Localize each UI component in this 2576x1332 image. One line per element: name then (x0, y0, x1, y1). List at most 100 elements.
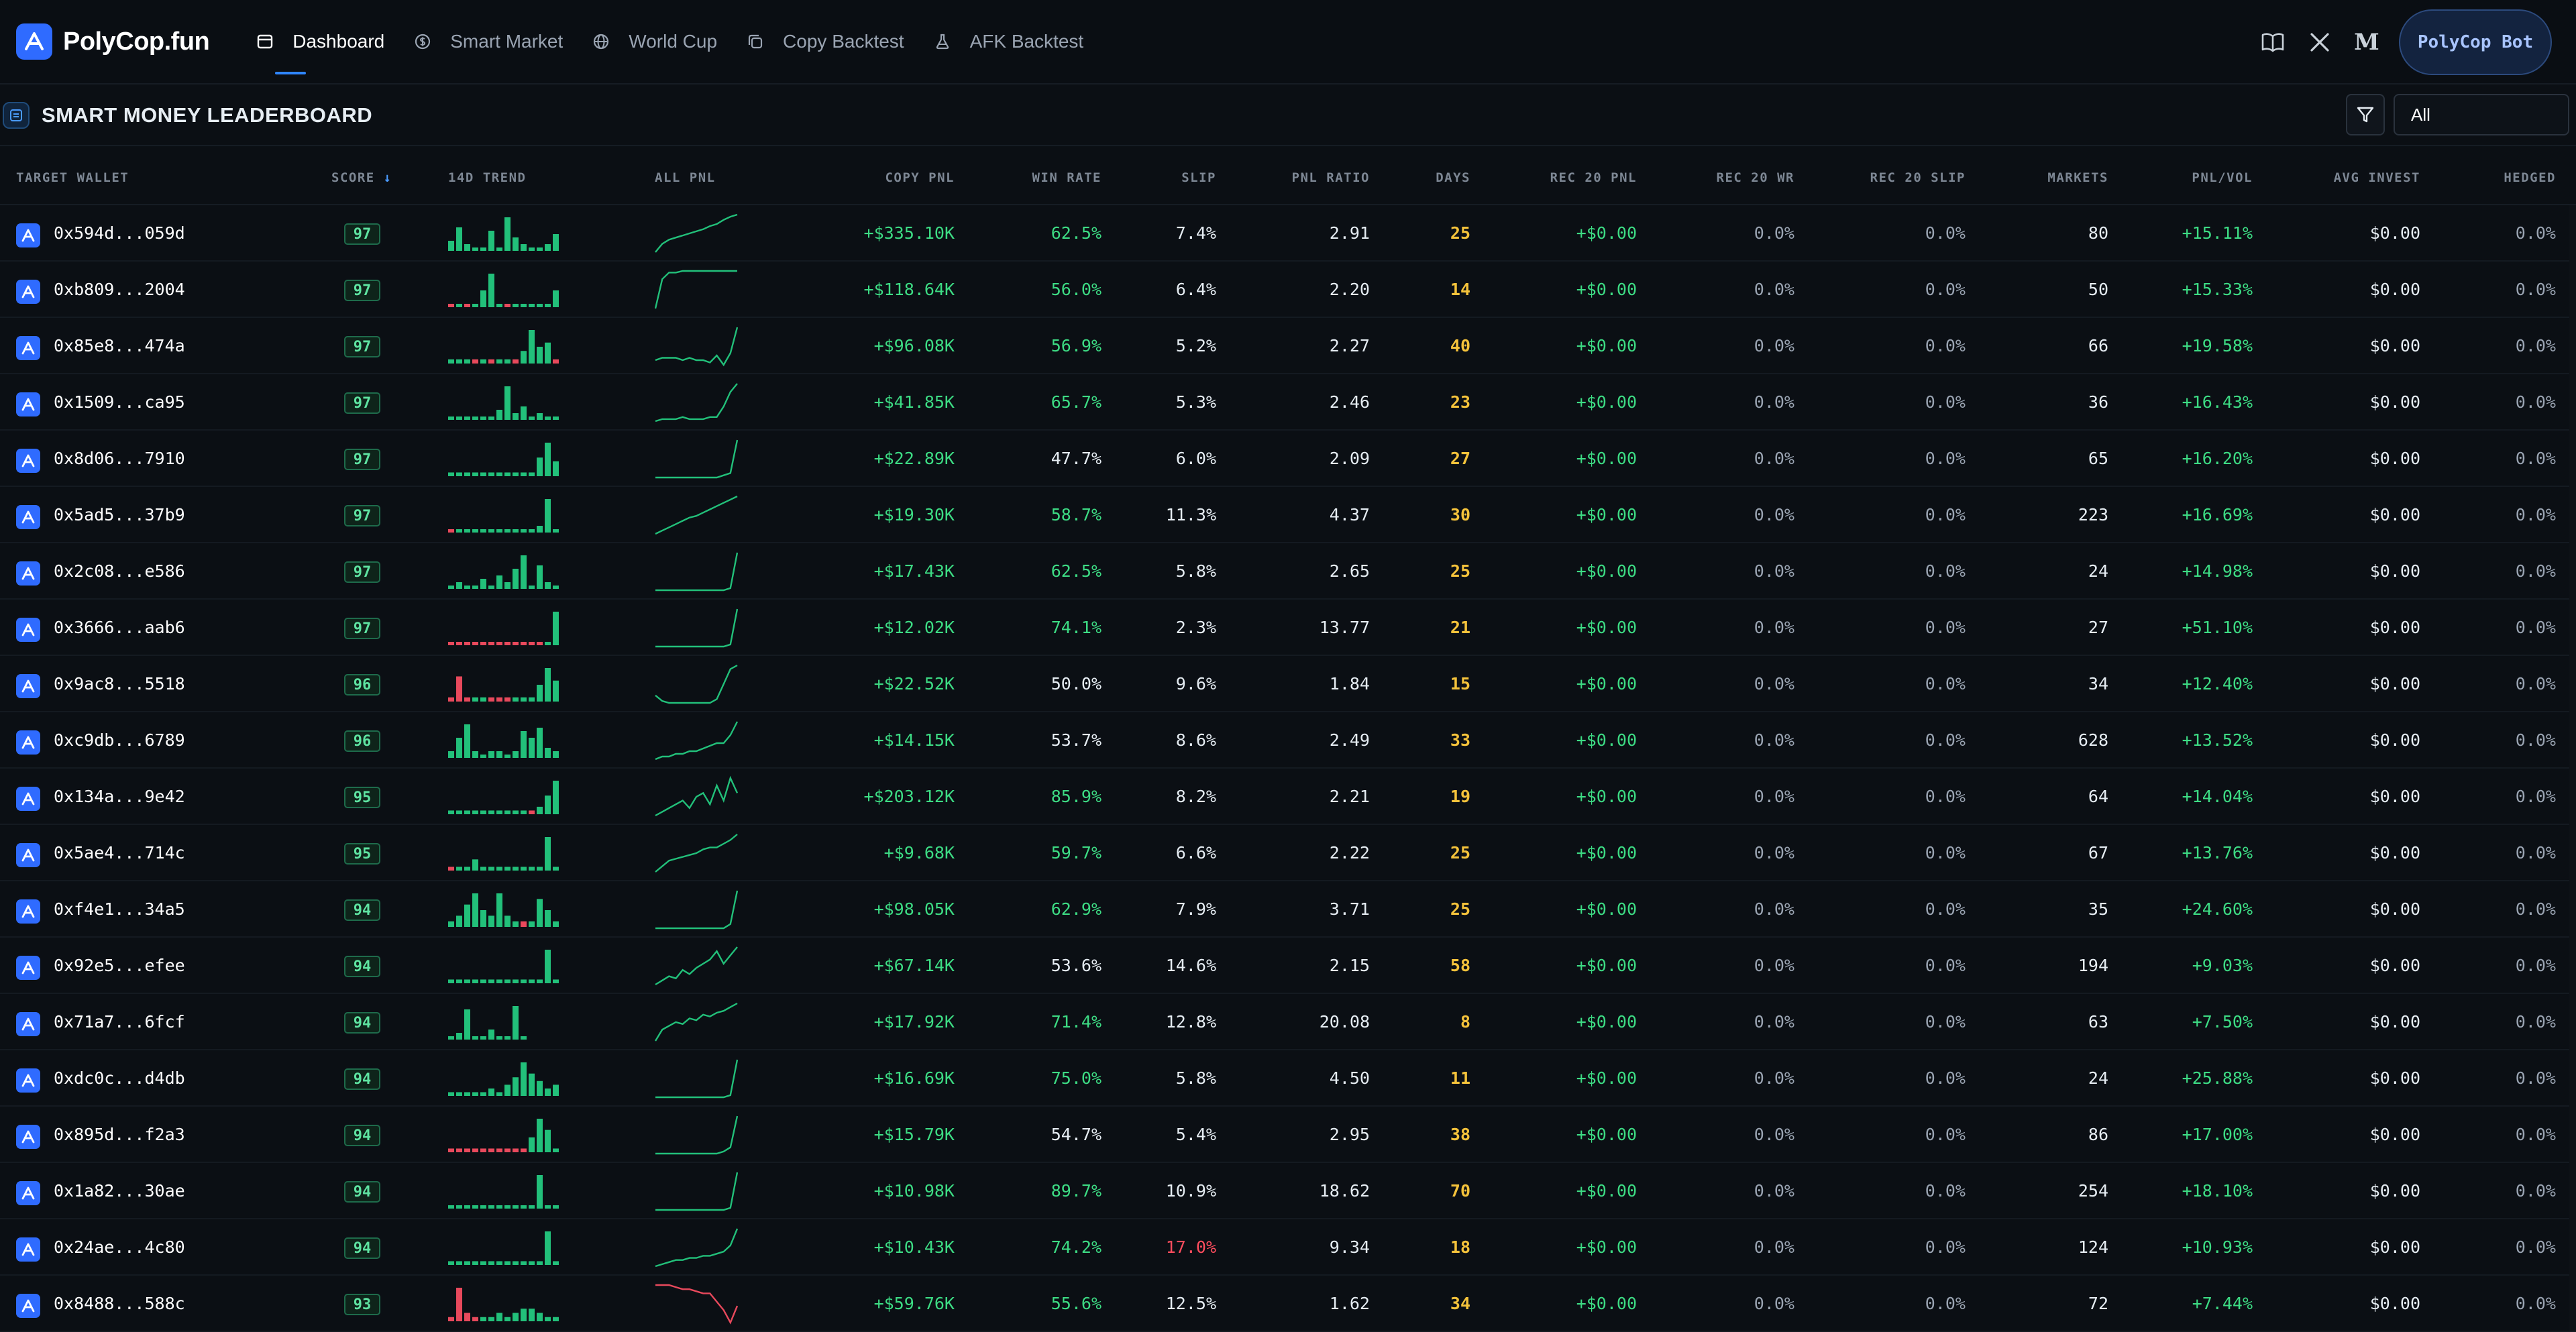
table-row[interactable]: 0xf4e1...34a5 94 +$98.05K 62.9% 7.9% 3.71 25 +$… (0, 881, 2576, 938)
nav-item-smart-market[interactable]: Smart Market (399, 0, 578, 84)
table-row[interactable]: 0xc9db...6789 96 +$14.15K 53.7% 8.6% 2.49 33 +$… (0, 712, 2576, 769)
trend-bar (496, 1036, 502, 1040)
filter-button[interactable] (2346, 94, 2385, 135)
nav-item-world-cup[interactable]: World Cup (578, 0, 732, 84)
table-row[interactable]: 0x92e5...efee 94 +$67.14K 53.6% 14.6% 2.15 58 +… (0, 938, 2576, 994)
table-row[interactable]: 0x1509...ca95 97 +$41.85K 65.7% 5.3% 2.46 23 +$… (0, 374, 2576, 431)
trend-bar (529, 979, 535, 983)
wallet-address[interactable]: 0x85e8...474a (54, 318, 185, 374)
nav-item-copy-backtest[interactable]: Copy Backtest (732, 0, 919, 84)
nav-item-afk-backtest[interactable]: AFK Backtest (919, 0, 1099, 84)
top-navbar: PolyCop.fun Dashboard Smart Market World C… (0, 0, 2576, 85)
wallet-address[interactable]: 0x134a...9e42 (54, 769, 185, 825)
col-pnl-vol[interactable]: PNL/VOL (2192, 170, 2253, 185)
wallet-address[interactable]: 0x5ae4...714c (54, 825, 185, 881)
wallet-address[interactable]: 0xdc0c...d4db (54, 1050, 185, 1107)
wallet-address[interactable]: 0xb809...2004 (54, 262, 185, 318)
trend-bar (529, 417, 535, 420)
x-logo-icon[interactable] (2301, 23, 2339, 61)
col-pnl-ratio[interactable]: PNL RATIO (1292, 170, 1370, 185)
wallet-address[interactable]: 0x895d...f2a3 (54, 1107, 185, 1163)
wallet-address[interactable]: 0x71a7...6fcf (54, 994, 185, 1050)
wallet-address[interactable]: 0x1a82...30ae (54, 1163, 185, 1219)
trend-bar (537, 1261, 543, 1265)
score-badge: 94 (344, 1237, 380, 1259)
trend-bar (448, 979, 454, 983)
wallet-address[interactable]: 0x8d06...7910 (54, 431, 185, 487)
trend-bar (488, 417, 494, 420)
cell-days: 18 (1450, 1237, 1470, 1257)
nav-item-dashboard[interactable]: Dashboard (241, 0, 399, 84)
trend-bar (537, 304, 543, 307)
trend-bar (472, 417, 478, 420)
table-row[interactable]: 0x134a...9e42 95 +$203.12K 85.9% 8.2% 2.21 19 +… (0, 769, 2576, 825)
table-scrollbar[interactable] (2569, 205, 2576, 1331)
dollar-circle-icon (414, 33, 441, 50)
cell-avg-invest: $0.00 (2369, 899, 2420, 919)
trend-bar (480, 359, 486, 364)
col-slip[interactable]: SLIP (1181, 170, 1216, 185)
trend-bar (456, 417, 462, 420)
medium-logo-icon[interactable]: M (2348, 23, 2385, 61)
table-row[interactable]: 0x2c08...e586 97 +$17.43K 62.5% 5.8% 2.65 25 +$… (0, 543, 2576, 600)
table-row[interactable]: 0x895d...f2a3 94 +$15.79K 54.7% 5.4% 2.95 38 +$… (0, 1107, 2576, 1163)
trend-bar (456, 1092, 462, 1096)
pnl-line (655, 327, 738, 367)
table-row[interactable]: 0x8d06...7910 97 +$22.89K 47.7% 6.0% 2.09 27 +$… (0, 431, 2576, 487)
trend-chart (448, 555, 559, 589)
col-all-pnl[interactable]: ALL PNL (655, 170, 716, 185)
book-icon[interactable] (2254, 23, 2292, 61)
col-rec20-wr[interactable]: REC 20 WR (1717, 170, 1794, 185)
col-days[interactable]: DAYS (1436, 170, 1470, 185)
col-copy-pnl[interactable]: COPY PNL (885, 170, 955, 185)
filter-select[interactable]: All (2394, 94, 2569, 135)
col-rec20-pnl[interactable]: REC 20 PNL (1550, 170, 1637, 185)
col-rec20-slip[interactable]: REC 20 SLIP (1870, 170, 1966, 185)
table-row[interactable]: 0xb809...2004 97 +$118.64K 56.0% 6.4% 2.20 14 +… (0, 262, 2576, 318)
col-win-rate[interactable]: WIN RATE (1032, 170, 1102, 185)
wallet-address[interactable]: 0x1509...ca95 (54, 374, 185, 431)
table-row[interactable]: 0x1a82...30ae 94 +$10.98K 89.7% 10.9% 18.62 70… (0, 1163, 2576, 1219)
trend-bar (480, 1317, 486, 1321)
wallet-address[interactable]: 0x92e5...efee (54, 938, 185, 994)
wallet-address[interactable]: 0x5ad5...37b9 (54, 487, 185, 543)
col-markets[interactable]: MARKETS (2047, 170, 2108, 185)
table-row[interactable]: 0x8488...588c 93 +$59.76K 55.6% 12.5% 1.62 34 +… (0, 1276, 2576, 1332)
table-row[interactable]: 0x5ae4...714c 95 +$9.68K 59.7% 6.6% 2.22 25 +$0… (0, 825, 2576, 881)
wallet-address[interactable]: 0x2c08...e586 (54, 543, 185, 600)
cell-avg-invest: $0.00 (2369, 449, 2420, 468)
table-row[interactable]: 0x9ac8...5518 96 +$22.52K 50.0% 9.6% 1.84 15 +$… (0, 656, 2576, 712)
wallet-address[interactable]: 0x3666...aab6 (54, 600, 185, 656)
polycop-bot-button[interactable]: PolyCop Bot (2399, 9, 2552, 75)
col-score[interactable]: SCORE ↓ (331, 170, 392, 185)
nav-label: Smart Market (450, 31, 564, 52)
table-row[interactable]: 0x71a7...6fcf 94 +$17.92K 71.4% 12.8% 20.08 8 +… (0, 994, 2576, 1050)
wallet-avatar-icon (16, 1068, 40, 1093)
table-row[interactable]: 0x3666...aab6 97 +$12.02K 74.1% 2.3% 13.77 21 +… (0, 600, 2576, 656)
trend-bar (537, 642, 543, 645)
wallet-address[interactable]: 0xf4e1...34a5 (54, 881, 185, 938)
brand-logo[interactable]: PolyCop.fun (16, 0, 210, 84)
cell-slip: 8.2% (1175, 787, 1216, 806)
cell-hedged: 0.0% (2515, 505, 2556, 524)
table-row[interactable]: 0x5ad5...37b9 97 +$19.30K 58.7% 11.3% 4.37 30 +… (0, 487, 2576, 543)
wallet-address[interactable]: 0xc9db...6789 (54, 712, 185, 769)
score-badge: 94 (344, 1125, 380, 1146)
trend-bar (545, 417, 551, 420)
wallet-address[interactable]: 0x9ac8...5518 (54, 656, 185, 712)
table-row[interactable]: 0x24ae...4c80 94 +$10.43K 74.2% 17.0% 9.34 18 +… (0, 1219, 2576, 1276)
cell-copy-pnl: +$22.89K (873, 449, 955, 468)
col-avg-invest[interactable]: AVG INVEST (2334, 170, 2420, 185)
wallet-address[interactable]: 0x594d...059d (54, 205, 185, 262)
table-row[interactable]: 0x85e8...474a 97 +$96.08K 56.9% 5.2% 2.27 40 +$… (0, 318, 2576, 374)
cell-rec20-slip: 0.0% (1925, 899, 1966, 919)
wallet-address[interactable]: 0x24ae...4c80 (54, 1219, 185, 1276)
wallet-avatar-icon (16, 280, 40, 304)
table-row[interactable]: 0xdc0c...d4db 94 +$16.69K 75.0% 5.8% 4.50 11 +$… (0, 1050, 2576, 1107)
wallet-address[interactable]: 0x8488...588c (54, 1276, 185, 1332)
col-wallet[interactable]: TARGET WALLET (16, 170, 129, 185)
table-row[interactable]: 0x594d...059d 97 +$335.10K 62.5% 7.4% 2.91 25 +… (0, 205, 2576, 262)
cell-rec20-pnl: +$0.00 (1576, 956, 1637, 975)
col-trend[interactable]: 14D TREND (448, 170, 526, 185)
col-hedged[interactable]: HEDGED (2504, 170, 2556, 185)
